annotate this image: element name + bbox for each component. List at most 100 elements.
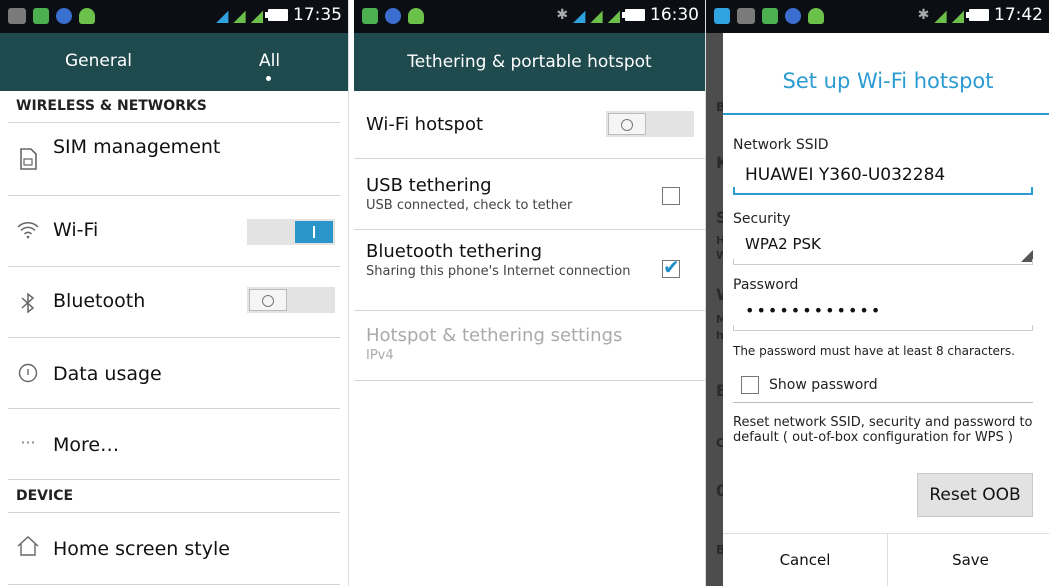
ssid-input[interactable]: HUAWEI Y360-U032284 [733,165,1033,195]
item-subtitle: Sharing this phone's Internet connection [366,264,631,279]
wifi-hotspot-dialog: Set up Wi-Fi hotspot Network SSID HUAWEI… [723,33,1049,586]
shield-icon [385,8,401,24]
item-title: USB tethering [366,175,492,196]
tab-general[interactable]: General [65,51,132,71]
wifi-signal-icon: ◢ [573,5,586,25]
wifi-signal-icon: ◢ [216,5,229,25]
usb-tethering-checkbox[interactable] [662,187,680,205]
android-icon [408,8,424,24]
app-notification-icon [762,8,778,24]
more-dots-icon: ··· [20,433,36,452]
status-time: 17:42 [994,5,1043,25]
settings-item-label: Data usage [53,363,162,385]
settings-item-wifi[interactable]: Wi-Fi [0,197,348,267]
bluetooth-toggle[interactable] [247,287,335,313]
wifi-toggle[interactable] [247,219,335,245]
save-button[interactable]: Save [888,534,1049,586]
divider [8,512,340,513]
dialog-title-divider [723,113,1049,115]
cell-signal-icon: ◢ [934,5,947,25]
bluetooth-tethering-item[interactable]: Bluetooth tethering Sharing this phone's… [366,241,645,279]
dialog-title: Set up Wi-Fi hotspot [782,69,994,93]
divider [8,195,340,196]
bluetooth-tethering-checkbox[interactable] [662,255,680,279]
cell-signal-2-icon: ◢ [607,5,620,25]
message-icon [8,8,26,24]
dialog-footer: Cancel Save [723,533,1049,586]
section-header-wireless: WIRELESS & NETWORKS [16,98,207,114]
wifi-hotspot-status-icon [714,8,730,24]
bluetooth-icon [16,292,40,316]
status-bar: ✱ ◢ ◢ 17:42 [706,0,1049,33]
wifi-hotspot-toggle[interactable] [606,111,694,137]
shield-icon [56,8,72,24]
dropdown-arrow-icon [1021,250,1033,262]
app-notification-icon [362,8,378,24]
item-title: Bluetooth tethering [366,241,543,262]
tethering-panel: ✱ ◢ ◢ ◢ 16:30 Tethering & portable hotsp… [354,0,706,586]
show-password-checkbox[interactable] [741,376,759,394]
settings-item-label: SIM management [53,136,221,158]
settings-item-home-screen-style[interactable]: Home screen style [0,514,348,584]
page-title: Tethering & portable hotspot [407,52,652,72]
security-select[interactable]: WPA2 PSK [733,235,1033,265]
cell-signal-icon: ◢ [590,5,603,25]
divider [354,229,705,230]
cancel-button[interactable]: Cancel [723,534,888,586]
ssid-label: Network SSID [733,137,829,153]
divider [8,337,340,338]
ssid-value: HUAWEI Y360-U032284 [745,165,946,185]
hotspot-settings-item[interactable]: Hotspot & tethering settings IPv4 [366,325,693,363]
settings-tab-bar: General All [0,33,348,91]
bluetooth-status-icon: ✱ [556,7,569,23]
cell-signal-icon: ◢ [233,5,246,25]
password-hint: The password must have at least 8 charac… [733,344,1015,358]
show-password-label[interactable]: Show password [769,377,878,393]
bluetooth-status-icon: ✱ [917,7,930,23]
divider [8,266,340,267]
divider [8,408,340,409]
shield-icon [785,8,801,24]
wifi-icon [16,221,40,245]
android-icon [808,8,824,24]
data-usage-icon [16,363,40,387]
settings-item-label: Bluetooth [53,290,146,312]
divider [354,380,705,381]
divider [354,310,705,311]
settings-item-sim[interactable]: SIM management [0,124,348,194]
settings-panel: ◢ ◢ ◢ 17:35 General All WIRELESS & NETWO… [0,0,349,586]
battery-icon [966,9,989,21]
settings-item-data-usage[interactable]: Data usage [0,339,348,409]
battery-icon [265,9,288,21]
message-icon [737,8,755,24]
divider [354,158,705,159]
divider [8,122,340,123]
battery-icon [622,9,645,21]
settings-item-label: Wi-Fi [53,219,99,241]
status-bar: ✱ ◢ ◢ ◢ 16:30 [354,0,705,33]
security-label: Security [733,211,791,227]
password-input[interactable]: •••••••••••• [733,301,1033,331]
security-value: WPA2 PSK [745,235,821,253]
reset-oob-button[interactable]: Reset OOB [917,473,1033,517]
status-time: 17:35 [293,5,342,25]
reset-description: Reset network SSID, security and passwor… [733,415,1033,445]
divider [8,584,340,585]
status-time: 16:30 [650,5,699,25]
password-value: •••••••••••• [745,301,883,320]
settings-item-label: Home screen style [53,538,230,560]
item-title: Hotspot & tethering settings [366,325,623,346]
divider [733,402,1033,403]
status-bar: ◢ ◢ ◢ 17:35 [0,0,348,33]
active-tab-indicator [266,76,271,81]
settings-item-bluetooth[interactable]: Bluetooth [0,268,348,338]
item-subtitle: USB connected, check to tether [366,198,573,213]
cell-signal-2-icon: ◢ [951,5,964,25]
app-notification-icon [33,8,49,24]
usb-tethering-item[interactable]: USB tethering USB connected, check to te… [366,175,693,213]
home-icon [16,536,40,560]
settings-item-more[interactable]: ··· More… [0,410,348,480]
tab-all[interactable]: All [259,51,280,71]
divider [8,479,340,480]
cell-signal-2-icon: ◢ [250,5,263,25]
